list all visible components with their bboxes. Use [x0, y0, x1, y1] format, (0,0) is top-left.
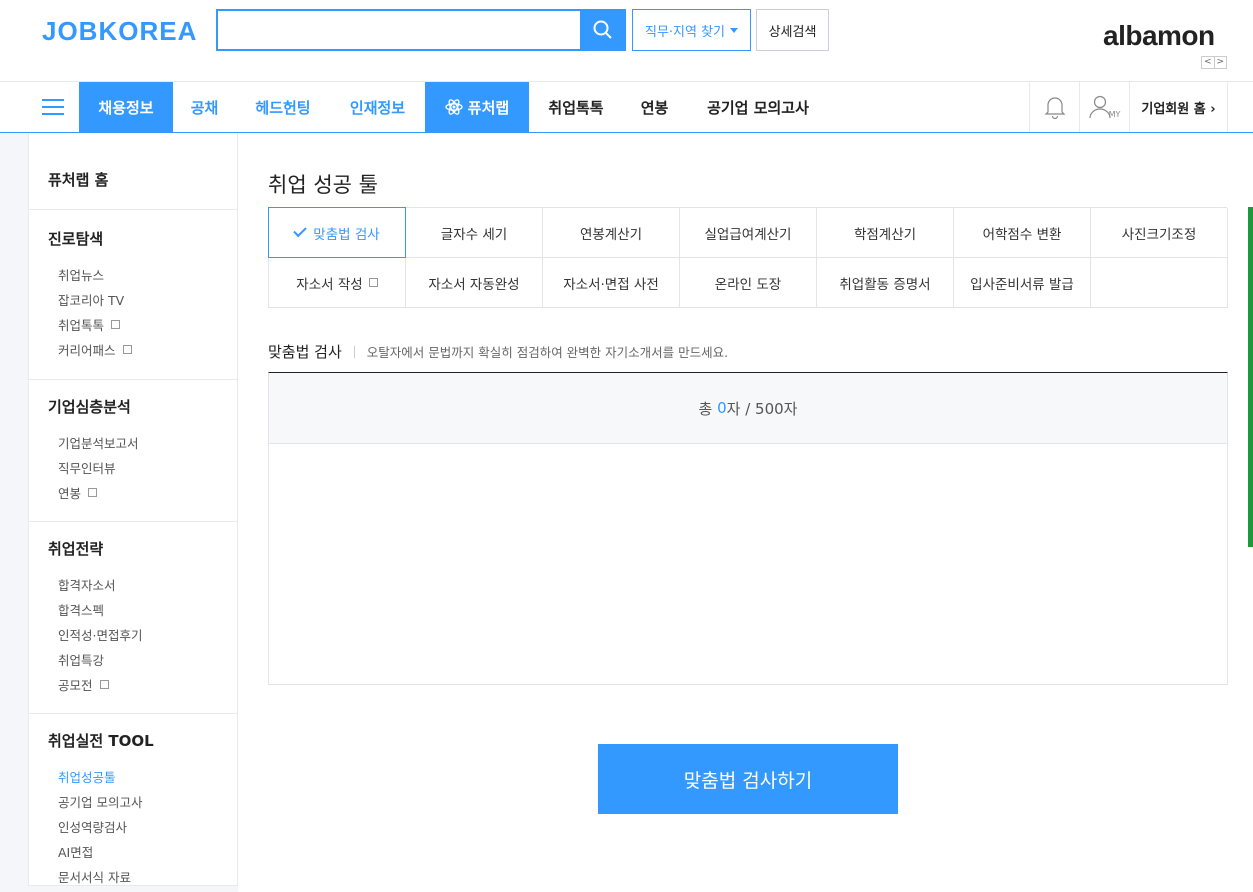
tab-activity-certificate[interactable]: 취업활동 증명서: [817, 258, 954, 308]
jobkorea-logo[interactable]: JOBKOREA: [42, 16, 197, 47]
detail-search-button[interactable]: 상세검색: [756, 9, 829, 51]
caret-down-icon: [730, 27, 739, 33]
tab-photo-resize[interactable]: 사진크기조정: [1091, 208, 1228, 258]
lnb-title-career[interactable]: 진로탐색: [29, 228, 237, 249]
lnb-item-personality-test[interactable]: 인성역량검사: [29, 814, 237, 839]
tab-char-count[interactable]: 글자수 세기: [406, 208, 543, 258]
lnb-item-contest[interactable]: 공모전: [29, 672, 237, 697]
page-title: 취업 성공 툴: [268, 173, 378, 197]
lnb-title-tool[interactable]: 취업실전 TOOL: [29, 730, 237, 751]
spell-check-editor: 총 0 자 / 500자: [268, 372, 1228, 685]
lnb-title-company[interactable]: 기업심층분석: [29, 396, 237, 417]
section-description: 오탈자에서 문법까지 확실히 점검하여 완벽한 자기소개서를 만드세요.: [366, 345, 729, 360]
tab-essay-write[interactable]: 자소서 작성: [269, 258, 406, 308]
new-window-icon: [88, 488, 98, 497]
lnb-item-success-tool[interactable]: 취업성공툴: [29, 764, 237, 789]
tab-lang-score-convert[interactable]: 어학점수 변환: [954, 208, 1091, 258]
tab-essay-dictionary[interactable]: 자소서·면접 사전: [543, 258, 680, 308]
new-window-icon: [111, 320, 121, 329]
job-region-label: 직무·지역 찾기: [644, 24, 726, 40]
lnb-item-document-forms[interactable]: 문서서식 자료: [29, 864, 237, 889]
nav-talk[interactable]: 취업톡톡: [529, 82, 623, 132]
lnb-item-public-mock-test[interactable]: 공기업 모의고사: [29, 789, 237, 814]
lnb-item-lecture[interactable]: 취업특강: [29, 647, 237, 672]
tab-essay-autocomplete[interactable]: 자소서 자동완성: [406, 258, 543, 308]
lnb-group-company: 기업심층분석 기업분석보고서 직무인터뷰 연봉: [29, 380, 237, 522]
lnb-item-company-report[interactable]: 기업분석보고서: [29, 430, 237, 455]
my-label: MY: [1108, 109, 1121, 119]
tab-document-issue[interactable]: 입사준비서류 발급: [954, 258, 1091, 308]
search-box[interactable]: [216, 9, 581, 51]
nav-talent[interactable]: 인재정보: [330, 82, 425, 132]
scroll-indicator[interactable]: [1248, 207, 1253, 547]
lnb-item-interview-review[interactable]: 인적성·면접후기: [29, 622, 237, 647]
new-window-icon: [99, 680, 109, 689]
char-counter: 총 0 자 / 500자: [269, 373, 1227, 444]
my-button[interactable]: MY: [1079, 82, 1129, 132]
nav-futurelab[interactable]: 퓨처랩: [425, 82, 529, 132]
lnb-group-career: 진로탐색 취업뉴스 잡코리아 TV 취업톡톡 커리어패스: [29, 210, 237, 380]
albamon-prev-button[interactable]: <: [1202, 57, 1215, 68]
lnb-group-strategy: 취업전략 합격자소서 합격스펙 인적성·면접후기 취업특강 공모전: [29, 522, 237, 714]
albamon-next-button[interactable]: >: [1215, 57, 1227, 68]
menu-icon[interactable]: [42, 99, 64, 115]
notification-button[interactable]: [1029, 82, 1079, 132]
lnb-item-talk[interactable]: 취업톡톡: [29, 312, 237, 337]
tab-salary-calc[interactable]: 연봉계산기: [543, 208, 680, 258]
lnb-item-salary[interactable]: 연봉: [29, 480, 237, 505]
search-button[interactable]: [580, 9, 626, 51]
essay-textarea[interactable]: [269, 444, 1227, 684]
new-window-icon: [122, 345, 132, 354]
search-input[interactable]: [218, 11, 581, 49]
corp-member-home-link[interactable]: 기업회원 홈 ›: [1129, 82, 1228, 132]
spell-check-submit-button[interactable]: 맞춤법 검사하기: [598, 744, 898, 814]
lnb-home-link[interactable]: 퓨처랩 홈: [29, 169, 237, 190]
lnb-title-strategy[interactable]: 취업전략: [29, 538, 237, 559]
tab-online-stamp[interactable]: 온라인 도장: [680, 258, 817, 308]
nav-salary[interactable]: 연봉: [623, 82, 686, 132]
tool-tabs: 맞춤법 검사 글자수 세기 연봉계산기 실업급여계산기 학점계산기 어학점수 변…: [268, 207, 1228, 308]
lnb-group-tool: 취업실전 TOOL 취업성공툴 공기업 모의고사 인성역량검사 AI면접 문서서…: [29, 714, 237, 892]
lnb-item-career-path[interactable]: 커리어패스: [29, 337, 237, 362]
header: JOBKOREA 직무·지역 찾기 상세검색 albamon < >: [0, 0, 1253, 81]
nav-public-mock-test[interactable]: 공기업 모의고사: [686, 82, 830, 132]
tab-spell-check[interactable]: 맞춤법 검사: [268, 207, 406, 258]
tab-unemployment-calc[interactable]: 실업급여계산기: [680, 208, 817, 258]
new-window-icon: [368, 278, 378, 287]
lnb-item-ai-interview[interactable]: AI면접: [29, 839, 237, 864]
job-region-button[interactable]: 직무·지역 찾기: [632, 9, 751, 51]
check-icon: [293, 223, 308, 238]
char-count-current: 0: [717, 399, 727, 417]
main-content: 취업 성공 툴 맞춤법 검사 글자수 세기 연봉계산기 실업급여계산기 학점계산…: [238, 133, 1253, 892]
lnb-item-job-interview[interactable]: 직무인터뷰: [29, 455, 237, 480]
section-header: 맞춤법 검사 오탈자에서 문법까지 확실히 점검하여 완벽한 자기소개서를 만드…: [268, 341, 728, 362]
section-title: 맞춤법 검사: [268, 343, 342, 361]
albamon-logo[interactable]: albamon: [1103, 20, 1215, 52]
bell-icon: [1044, 97, 1065, 119]
lnb-item-pass-essay[interactable]: 합격자소서: [29, 572, 237, 597]
tab-empty: [1091, 258, 1228, 308]
tab-gpa-calc[interactable]: 학점계산기: [817, 208, 954, 258]
lnb-item-pass-spec[interactable]: 합격스펙: [29, 597, 237, 622]
left-sidebar: 퓨처랩 홈 진로탐색 취업뉴스 잡코리아 TV 취업톡톡 커리어패스 기업심층분…: [28, 133, 238, 886]
lnb-item-jobkorea-tv[interactable]: 잡코리아 TV: [29, 287, 237, 312]
albamon-nav: < >: [1201, 56, 1227, 69]
search-icon: [593, 20, 612, 39]
atom-icon: [445, 99, 463, 115]
nav-headhunting[interactable]: 헤드헌팅: [236, 82, 330, 132]
main-nav: 채용정보 공채 헤드헌팅 인재정보 퓨처랩 취업톡톡 연봉 공기업 모의고사 M…: [0, 81, 1253, 133]
divider: [353, 345, 355, 358]
nav-recruit[interactable]: 채용정보: [79, 82, 173, 132]
lnb-group-home: 퓨처랩 홈: [29, 133, 237, 210]
nav-public-recruit[interactable]: 공채: [173, 82, 236, 132]
lnb-item-news[interactable]: 취업뉴스: [29, 262, 237, 287]
nav-futurelab-label: 퓨처랩: [467, 98, 510, 117]
